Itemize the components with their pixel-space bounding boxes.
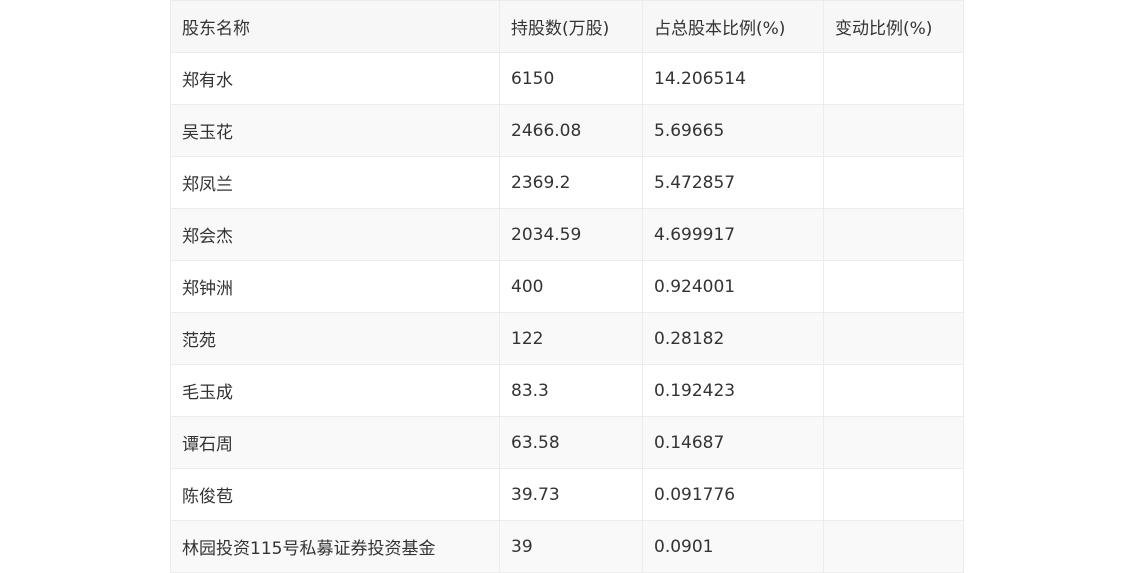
cell-shareholder-name: 郑有水 xyxy=(170,52,500,105)
cell-shares-held: 63.58 xyxy=(499,416,643,469)
cell-change-ratio xyxy=(823,416,964,469)
table-header-row: 股东名称 持股数(万股) 占总股本比例(%) 变动比例(%) xyxy=(170,0,964,53)
cell-share-ratio: 0.091776 xyxy=(642,468,824,521)
cell-shareholder-name: 吴玉花 xyxy=(170,104,500,157)
cell-change-ratio xyxy=(823,468,964,521)
cell-shares-held: 122 xyxy=(499,312,643,365)
header-change-ratio: 变动比例(%) xyxy=(823,0,964,53)
cell-shares-held: 39 xyxy=(499,520,643,573)
cell-shares-held: 39.73 xyxy=(499,468,643,521)
cell-shareholder-name: 郑钟洲 xyxy=(170,260,500,313)
cell-shareholder-name: 范苑 xyxy=(170,312,500,365)
table-row: 范苑 122 0.28182 xyxy=(170,312,964,365)
cell-share-ratio: 5.69665 xyxy=(642,104,824,157)
cell-shares-held: 2466.08 xyxy=(499,104,643,157)
cell-shares-held: 6150 xyxy=(499,52,643,105)
table-row: 吴玉花 2466.08 5.69665 xyxy=(170,104,964,157)
cell-change-ratio xyxy=(823,104,964,157)
cell-shareholder-name: 郑会杰 xyxy=(170,208,500,261)
cell-shares-held: 83.3 xyxy=(499,364,643,417)
cell-shareholder-name: 谭石周 xyxy=(170,416,500,469)
table-row: 陈俊苞 39.73 0.091776 xyxy=(170,468,964,521)
cell-change-ratio xyxy=(823,156,964,209)
cell-change-ratio xyxy=(823,364,964,417)
table-row: 谭石周 63.58 0.14687 xyxy=(170,416,964,469)
cell-share-ratio: 4.699917 xyxy=(642,208,824,261)
table-row: 郑钟洲 400 0.924001 xyxy=(170,260,964,313)
shareholder-table: 股东名称 持股数(万股) 占总股本比例(%) 变动比例(%) 郑有水 6150 … xyxy=(170,0,964,573)
cell-share-ratio: 0.0901 xyxy=(642,520,824,573)
cell-shares-held: 2369.2 xyxy=(499,156,643,209)
cell-shareholder-name: 林园投资115号私募证券投资基金 xyxy=(170,520,500,573)
table-row: 毛玉成 83.3 0.192423 xyxy=(170,364,964,417)
cell-change-ratio xyxy=(823,52,964,105)
shareholder-table-container: 股东名称 持股数(万股) 占总股本比例(%) 变动比例(%) 郑有水 6150 … xyxy=(170,0,964,573)
table-row: 林园投资115号私募证券投资基金 39 0.0901 xyxy=(170,520,964,573)
cell-shareholder-name: 陈俊苞 xyxy=(170,468,500,521)
table-row: 郑凤兰 2369.2 5.472857 xyxy=(170,156,964,209)
cell-share-ratio: 0.924001 xyxy=(642,260,824,313)
cell-change-ratio xyxy=(823,208,964,261)
cell-change-ratio xyxy=(823,260,964,313)
cell-share-ratio: 0.28182 xyxy=(642,312,824,365)
cell-change-ratio xyxy=(823,312,964,365)
cell-share-ratio: 5.472857 xyxy=(642,156,824,209)
cell-shares-held: 2034.59 xyxy=(499,208,643,261)
cell-shareholder-name: 郑凤兰 xyxy=(170,156,500,209)
cell-shares-held: 400 xyxy=(499,260,643,313)
cell-shareholder-name: 毛玉成 xyxy=(170,364,500,417)
cell-share-ratio: 0.14687 xyxy=(642,416,824,469)
header-shareholder-name: 股东名称 xyxy=(170,0,500,53)
table-row: 郑有水 6150 14.206514 xyxy=(170,52,964,105)
header-share-ratio: 占总股本比例(%) xyxy=(642,0,824,53)
header-shares-held: 持股数(万股) xyxy=(499,0,643,53)
table-row: 郑会杰 2034.59 4.699917 xyxy=(170,208,964,261)
cell-change-ratio xyxy=(823,520,964,573)
cell-share-ratio: 14.206514 xyxy=(642,52,824,105)
cell-share-ratio: 0.192423 xyxy=(642,364,824,417)
